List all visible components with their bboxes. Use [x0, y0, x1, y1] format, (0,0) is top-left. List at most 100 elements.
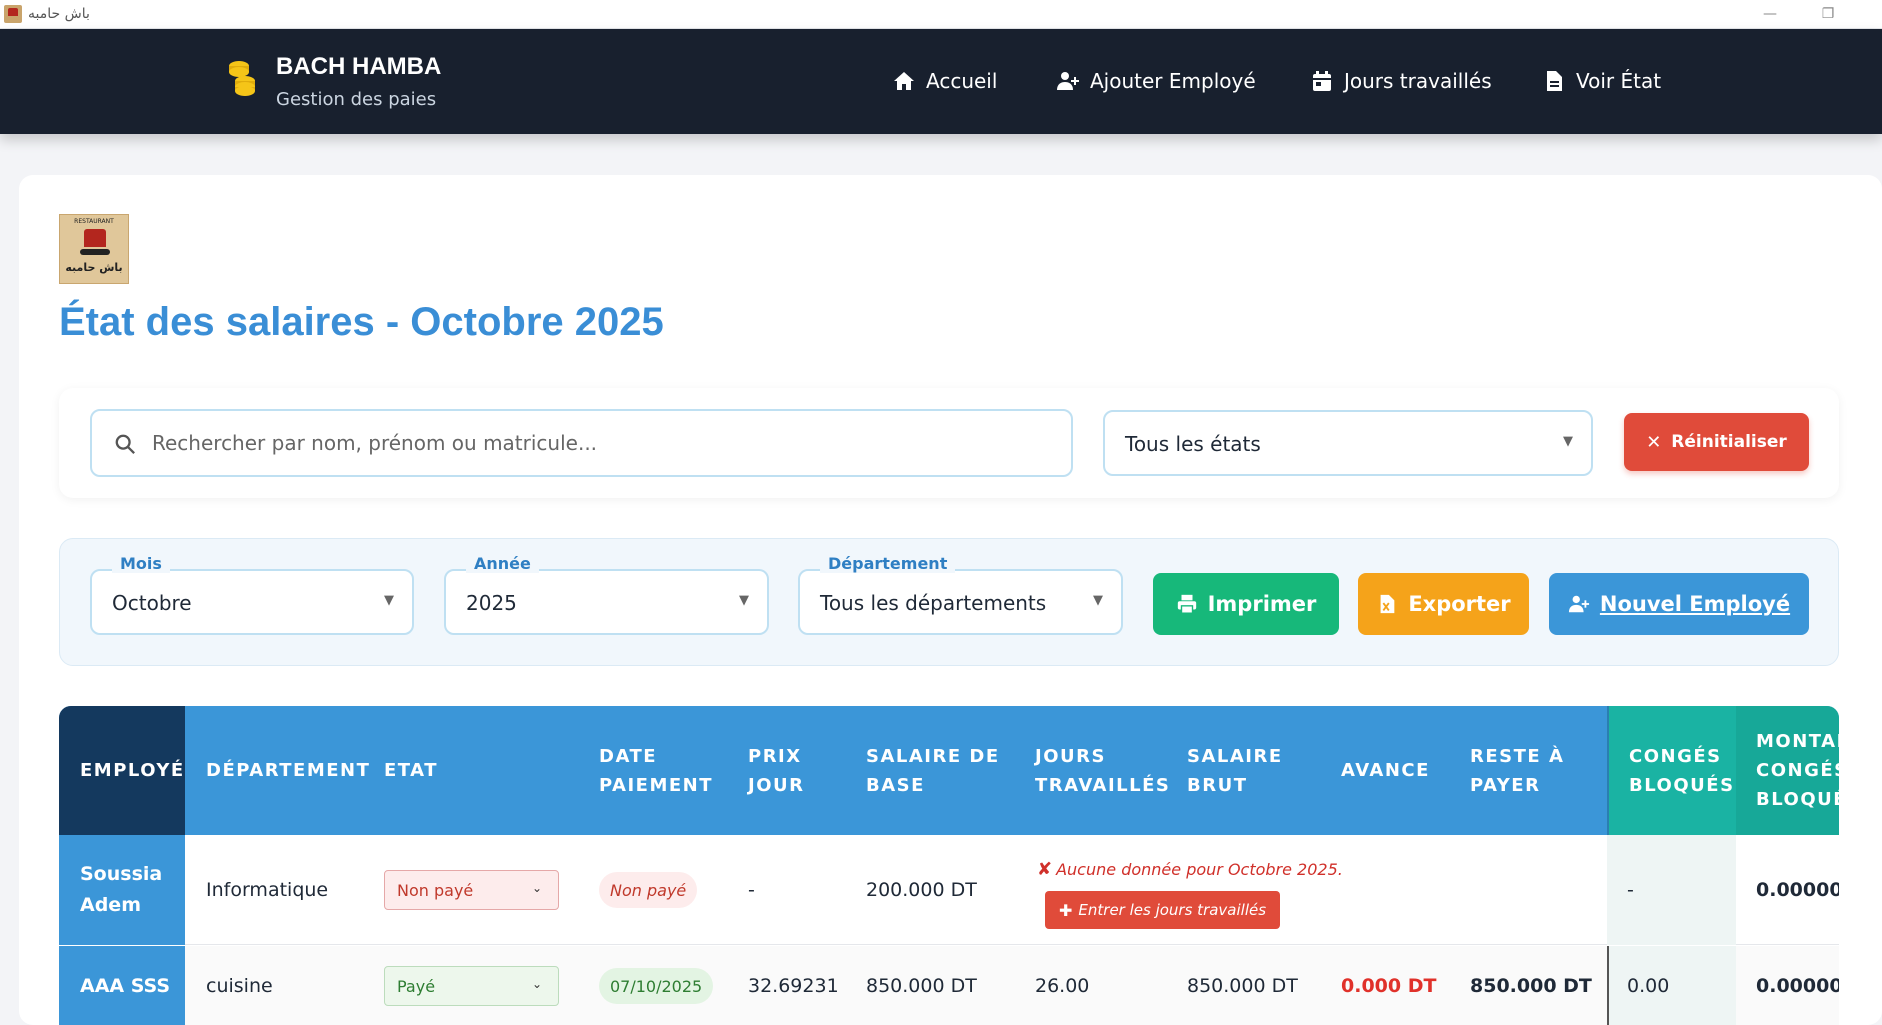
x-mark-icon: ✘ — [1037, 858, 1053, 880]
status-filter-value: Tous les états — [1125, 432, 1261, 456]
print-button-label: Imprimer — [1207, 592, 1317, 616]
header-conges-bloques: CONGÉS BLOQUÉS — [1607, 706, 1736, 835]
print-button[interactable]: Imprimer — [1153, 573, 1339, 635]
caret-down-icon: ▼ — [384, 593, 394, 608]
no-data-warning-text: Aucune donnée pour Octobre 2025. — [1056, 859, 1343, 879]
table-header: EMPLOYÉ DÉPARTEMENT ETAT DATE PAIEMENT PR… — [59, 706, 1839, 835]
daily-rate-cell: - — [748, 879, 755, 901]
search-icon — [115, 434, 135, 454]
restore-icon[interactable]: ❐ — [1808, 2, 1848, 26]
user-plus-icon — [1057, 72, 1079, 90]
nav-view-state[interactable]: Voir État — [1542, 67, 1661, 95]
month-value: Octobre — [112, 591, 192, 615]
caret-down-icon: ▼ — [739, 593, 749, 608]
blocked-leave-amount-cell: 0.00000 — [1756, 975, 1839, 997]
year-select[interactable]: 2025 ▼ — [444, 569, 769, 635]
chevron-down-icon: ⌄ — [531, 881, 542, 895]
employee-name-cell[interactable]: Soussia Adem — [59, 835, 185, 945]
home-icon — [894, 72, 914, 90]
header-avance: AVANCE — [1341, 760, 1430, 781]
blocked-leave-amount-cell: 0.00000 — [1756, 879, 1839, 901]
no-data-warning: ✘ Aucune donnée pour Octobre 2025. — [1037, 857, 1343, 881]
coins-icon — [229, 61, 255, 96]
minimize-icon[interactable]: — — [1750, 2, 1790, 26]
table-row: AAA SSS cuisine Payé ⌄ 07/10/2025 32.692… — [59, 946, 1839, 1025]
payment-status-select[interactable]: Payé ⌄ — [384, 966, 559, 1006]
search-input[interactable] — [152, 425, 1052, 461]
status-filter-select[interactable]: Tous les états ▼ — [1103, 410, 1593, 476]
department-cell: Informatique — [206, 879, 329, 901]
nav-home-label: Accueil — [926, 69, 998, 93]
export-button[interactable]: Exporter — [1358, 573, 1529, 635]
daily-rate-cell: 32.69231 — [748, 975, 839, 997]
window-title: باش حامبه — [28, 6, 90, 22]
employee-name-cell[interactable]: AAA SSS — [59, 946, 185, 1025]
document-icon — [1547, 71, 1562, 91]
department-label: Département — [820, 554, 956, 573]
department-value: Tous les départements — [820, 591, 1047, 615]
header-salaire-brut: SALAIRE BRUT — [1187, 745, 1283, 796]
payment-date-badge: 07/10/2025 — [599, 968, 714, 1004]
enter-days-button[interactable]: ✚ Entrer les jours travaillés — [1045, 891, 1281, 929]
nav-add-employee[interactable]: Ajouter Employé — [1056, 67, 1256, 95]
reset-button[interactable]: ✕ Réinitialiser — [1624, 413, 1809, 471]
printer-icon — [1177, 594, 1196, 614]
year-value: 2025 — [466, 591, 517, 615]
logo-bottom-text: باش حامبه — [65, 261, 123, 274]
brand-name: BACH HAMBA — [276, 53, 442, 80]
salary-table: EMPLOYÉ DÉPARTEMENT ETAT DATE PAIEMENT PR… — [59, 706, 1839, 1025]
restaurant-logo: RESTAURANT باش حامبه — [59, 214, 129, 284]
advance-cell: 0.000 DT — [1341, 975, 1437, 997]
month-select[interactable]: Octobre ▼ — [90, 569, 414, 635]
nav-worked-days-label: Jours travaillés — [1344, 69, 1492, 93]
close-icon: ✕ — [1646, 431, 1662, 453]
payment-status-value: Payé — [397, 976, 436, 996]
nav-home[interactable]: Accueil — [892, 67, 997, 95]
worked-days-cell: 26.00 — [1035, 975, 1090, 997]
calendar-icon — [1313, 71, 1331, 91]
export-button-label: Exporter — [1408, 592, 1511, 616]
fez-icon — [84, 229, 106, 247]
header-jours-travailles: JOURS TRAVAILLÉS — [1035, 745, 1171, 796]
nav-add-employee-label: Ajouter Employé — [1090, 69, 1256, 93]
base-salary-cell: 200.000 DT — [866, 879, 977, 901]
excel-file-icon — [1380, 594, 1395, 614]
caret-down-icon: ▼ — [1563, 434, 1573, 449]
header-employe: EMPLOYÉ — [59, 706, 185, 835]
chevron-down-icon: ⌄ — [531, 977, 542, 991]
enter-days-button-label: Entrer les jours travaillés — [1078, 901, 1267, 919]
month-label: Mois — [112, 554, 170, 573]
mustache-icon — [80, 249, 110, 255]
plus-icon: ✚ — [1059, 900, 1073, 920]
gross-salary-cell: 850.000 DT — [1187, 975, 1298, 997]
department-select[interactable]: Tous les départements ▼ — [798, 569, 1123, 635]
payment-date-badge: Non payé — [599, 872, 698, 908]
blocked-leave-cell: 0.00 — [1627, 975, 1670, 997]
window-titlebar: باش حامبه — ❐ — [0, 0, 1882, 29]
page-title: État des salaires - Octobre 2025 — [59, 300, 664, 344]
department-cell: cuisine — [206, 975, 273, 997]
logo-top-text: RESTAURANT — [74, 218, 114, 225]
header-montant-conges: MONTANTCONGÉSBLOQUÉS — [1736, 706, 1839, 835]
brand-subtitle: Gestion des paies — [276, 89, 437, 110]
nav-view-state-label: Voir État — [1576, 69, 1662, 93]
new-employee-button[interactable]: Nouvel Employé — [1549, 573, 1809, 635]
header-departement: DÉPARTEMENT — [206, 760, 371, 781]
caret-down-icon: ▼ — [1093, 593, 1103, 608]
top-navbar: BACH HAMBA Gestion des paies Accueil Ajo… — [0, 29, 1882, 134]
header-reste-a-payer: RESTE À PAYER — [1470, 745, 1565, 796]
user-plus-icon — [1568, 595, 1589, 613]
app-icon — [4, 5, 22, 23]
year-label: Année — [466, 554, 539, 573]
header-date-paiement: DATE PAIEMENT — [599, 745, 714, 796]
new-employee-button-label: Nouvel Employé — [1599, 592, 1791, 616]
payment-status-select[interactable]: Non payé ⌄ — [384, 870, 559, 910]
header-salaire-base: SALAIRE DE BASE — [866, 745, 1000, 796]
remaining-to-pay-cell: 850.000 DT — [1470, 975, 1592, 997]
nav-worked-days[interactable]: Jours travaillés — [1310, 67, 1492, 95]
employee-first-name: Soussia — [80, 863, 163, 885]
search-field[interactable] — [90, 409, 1073, 477]
table-row: Soussia Adem Informatique Non payé ⌄ Non… — [59, 835, 1839, 945]
base-salary-cell: 850.000 DT — [866, 975, 977, 997]
header-prix-jour: PRIX JOUR — [748, 745, 805, 796]
